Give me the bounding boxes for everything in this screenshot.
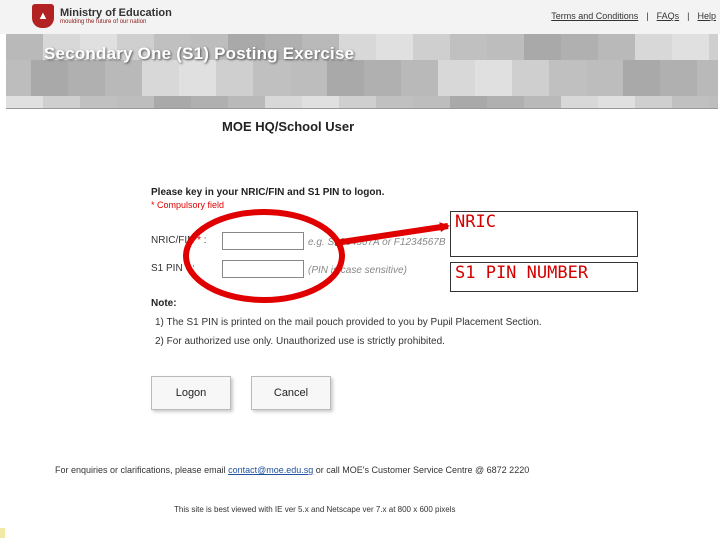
banner-tile <box>709 96 718 108</box>
logon-button[interactable]: Logon <box>151 376 231 410</box>
banner-tile <box>450 96 488 108</box>
pin-hint: (PIN is case sensitive) <box>308 265 407 276</box>
banner-tile <box>524 34 562 60</box>
banner-tile <box>475 60 513 96</box>
banner-tile <box>635 96 673 108</box>
cancel-button[interactable]: Cancel <box>251 376 331 410</box>
banner-tile <box>117 96 155 108</box>
moe-logo[interactable]: ▲ Ministry of Education moulding the fut… <box>32 2 172 30</box>
best-viewed-note: This site is best viewed with IE ver 5.x… <box>174 505 456 514</box>
note-title: Note: <box>151 298 177 309</box>
banner-tile <box>327 60 365 96</box>
banner-tile <box>561 34 599 60</box>
enquiry-text: For enquiries or clarifications, please … <box>55 465 530 475</box>
banner-tile <box>105 60 143 96</box>
banner-tile <box>401 60 439 96</box>
note-item: 1) The S1 PIN is printed on the mail pou… <box>155 317 542 328</box>
banner-tile <box>6 60 32 96</box>
banner-tile <box>142 60 180 96</box>
nric-hint: e.g. S1234567A or F1234567B <box>308 237 446 248</box>
corner-mark <box>0 528 5 538</box>
banner-tile <box>265 96 303 108</box>
top-links: Terms and Conditions | FAQs | Help <box>551 11 716 21</box>
banner-tile <box>413 96 451 108</box>
compulsory-note: * Compulsory field <box>151 200 225 210</box>
annotation-callout-nric: NRIC <box>450 211 638 257</box>
moe-crest-icon: ▲ <box>32 4 54 28</box>
banner-tile <box>376 96 414 108</box>
email-link[interactable]: contact@moe.edu.sg <box>228 465 313 475</box>
banner-tile <box>228 96 266 108</box>
banner-tile <box>43 96 81 108</box>
banner-tile <box>302 96 340 108</box>
banner-tile <box>487 34 525 60</box>
banner-tile <box>364 60 402 96</box>
pin-label: S1 PIN * : <box>151 263 195 274</box>
annotation-ellipse <box>183 209 345 303</box>
banner-tile <box>598 34 636 60</box>
banner-tile <box>512 60 550 96</box>
banner-tile <box>635 34 673 60</box>
banner-tile <box>6 34 44 60</box>
nric-label: NRIC/FIN * : <box>151 235 207 246</box>
banner-tile <box>339 96 377 108</box>
pin-input[interactable] <box>222 260 304 278</box>
banner-tile <box>598 96 636 108</box>
banner-tile <box>450 34 488 60</box>
login-instruction: Please key in your NRIC/FIN and S1 PIN t… <box>151 187 385 198</box>
banner-tile <box>290 60 328 96</box>
banner-tile <box>413 34 451 60</box>
banner-tile <box>561 96 599 108</box>
banner-tile <box>253 60 291 96</box>
banner-tile <box>672 34 710 60</box>
banner-tile <box>709 34 718 60</box>
banner-tile <box>660 60 698 96</box>
banner: Secondary One (S1) Posting Exercise <box>6 34 718 109</box>
top-bar: ▲ Ministry of Education moulding the fut… <box>0 0 720 34</box>
banner-tile <box>524 96 562 108</box>
banner-tile <box>487 96 525 108</box>
help-link[interactable]: Help <box>697 11 716 21</box>
faqs-link[interactable]: FAQs <box>657 11 680 21</box>
banner-tile <box>80 96 118 108</box>
banner-tile <box>31 60 69 96</box>
banner-tile <box>672 96 710 108</box>
banner-tile <box>376 34 414 60</box>
banner-title: Secondary One (S1) Posting Exercise <box>44 44 355 63</box>
nric-input[interactable] <box>222 232 304 250</box>
banner-tile <box>623 60 661 96</box>
org-name: Ministry of Education <box>60 6 172 19</box>
annotation-callout-pin: S1 PIN NUMBER <box>450 262 638 292</box>
banner-tile <box>697 60 718 96</box>
banner-tile <box>6 96 44 108</box>
banner-tile <box>216 60 254 96</box>
banner-tile <box>549 60 587 96</box>
banner-tile <box>586 60 624 96</box>
banner-tile <box>68 60 106 96</box>
org-tagline: moulding the future of our nation <box>60 18 147 25</box>
terms-link[interactable]: Terms and Conditions <box>551 11 638 21</box>
banner-tile <box>154 96 192 108</box>
banner-tile <box>438 60 476 96</box>
page-title: MOE HQ/School User <box>222 119 355 134</box>
banner-tile <box>191 96 229 108</box>
banner-tile <box>179 60 217 96</box>
note-item: 2) For authorized use only. Unauthorized… <box>155 336 445 347</box>
